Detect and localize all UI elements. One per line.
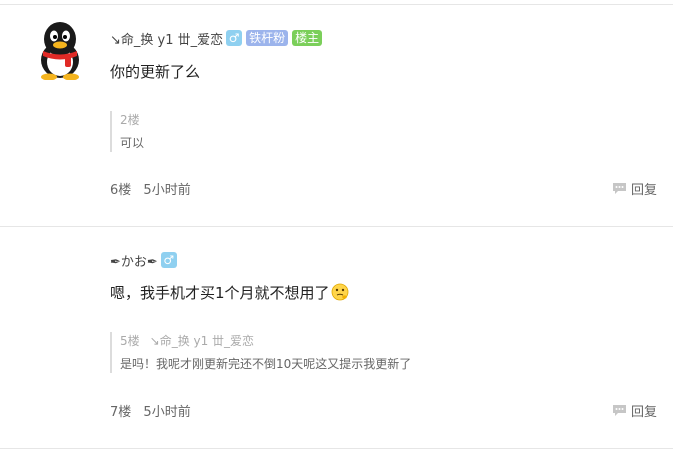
- reply-label: 回复: [630, 183, 657, 198]
- comment-bubble-icon: [612, 183, 626, 194]
- bottom-divider: [0, 448, 673, 449]
- penguin-avatar-icon[interactable]: [34, 20, 86, 80]
- post-meta: ↘命_换 y1 丗_爱恋 ♂ 铁杆粉 楼主: [110, 28, 323, 48]
- male-gender-icon: ♂: [160, 252, 177, 268]
- quote-floor: 2楼: [120, 113, 140, 127]
- reply-label: 回复: [630, 405, 657, 420]
- quoted-reply: 5楼 ↘命_换 y1 丗_爱恋 是吗！我呢才刚更新完还不倒10天呢这又提示我更新了: [110, 332, 411, 373]
- post-time: 5小时前: [143, 405, 191, 420]
- post-meta: ✒かお✒ ♂: [110, 250, 177, 270]
- post-content: 嗯，我手机才买1个月就不想用了: [110, 282, 349, 303]
- thinking-face-icon: [331, 283, 348, 301]
- post-time: 5小时前: [143, 183, 191, 198]
- quote-header: 5楼 ↘命_换 y1 丗_爱恋: [120, 332, 411, 350]
- male-gender-icon: ♂: [226, 30, 243, 46]
- thread-owner-badge: 楼主: [292, 30, 323, 46]
- quoted-reply: 2楼 可以: [110, 111, 144, 152]
- post-footer: 7楼 5小时前: [110, 401, 191, 420]
- username-link[interactable]: ✒かお✒: [110, 251, 158, 270]
- quote-floor: 5楼: [120, 334, 140, 348]
- post-text: 嗯，我手机才买1个月就不想用了: [110, 284, 330, 302]
- quote-text: 可以: [120, 136, 145, 150]
- quote-header: 2楼: [120, 111, 144, 129]
- post-content: 你的更新了么: [110, 63, 201, 81]
- reply-post: ✒かお✒ ♂ 嗯，我手机才买1个月就不想用了 5楼 ↘命_换 y1 丗_爱恋 是吗…: [0, 227, 673, 451]
- reply-button[interactable]: 回复: [612, 401, 657, 420]
- comment-bubble-icon: [612, 405, 626, 416]
- floor-number: 6楼: [110, 183, 132, 198]
- reply-post: ↘命_换 y1 丗_爱恋 ♂ 铁杆粉 楼主 你的更新了么 2楼 可以 6楼 5小…: [0, 0, 673, 226]
- post-footer: 6楼 5小时前: [110, 179, 191, 198]
- username-link[interactable]: ↘命_换 y1 丗_爱恋: [110, 29, 223, 48]
- reply-button[interactable]: 回复: [612, 179, 657, 198]
- floor-number: 7楼: [110, 405, 132, 420]
- quote-username[interactable]: ↘命_换 y1 丗_爱恋: [150, 334, 254, 348]
- quote-text: 是吗！我呢才刚更新完还不倒10天呢这又提示我更新了: [120, 357, 412, 371]
- fan-level-badge[interactable]: 铁杆粉: [246, 30, 289, 46]
